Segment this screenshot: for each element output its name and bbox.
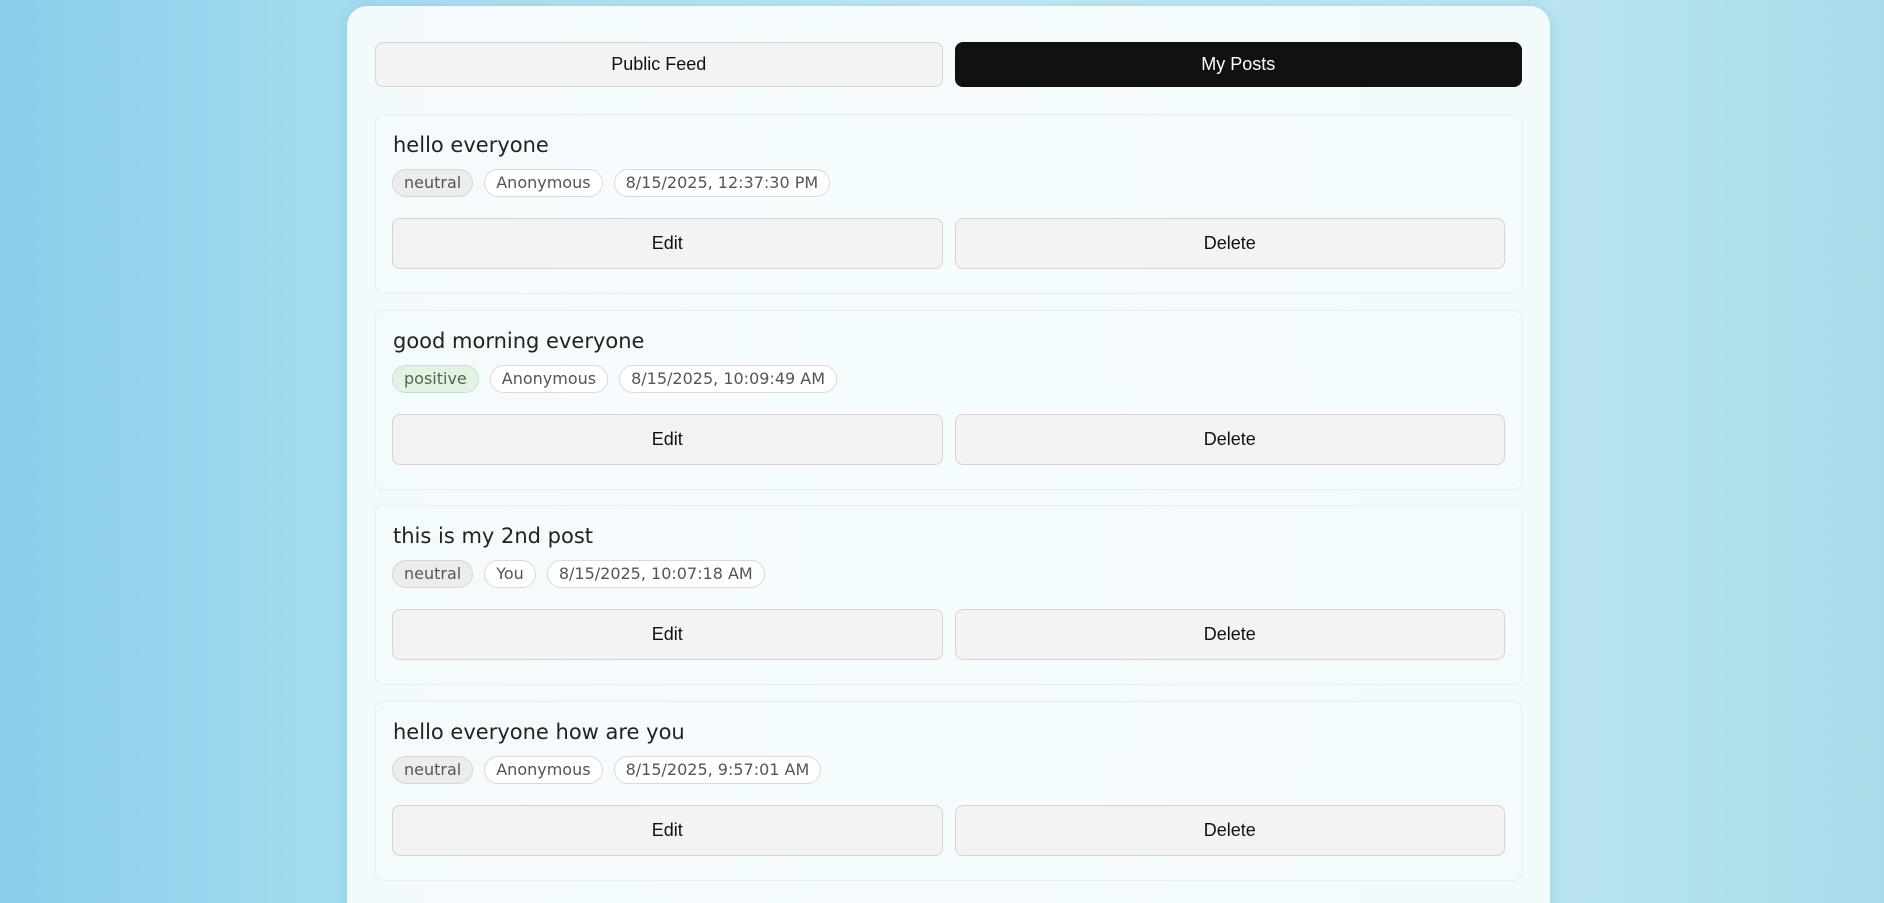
tab-public-feed[interactable]: Public Feed	[375, 42, 943, 87]
post-title: hello everyone	[393, 133, 549, 157]
post-title: hello everyone how are you	[393, 720, 685, 744]
post-actions: Edit Delete	[392, 218, 1505, 269]
edit-button[interactable]: Edit	[392, 805, 943, 856]
feed-tabs: Public Feed My Posts	[375, 42, 1522, 87]
author-badge: Anonymous	[484, 756, 603, 784]
main-panel: Public Feed My Posts hello everyone neut…	[347, 6, 1550, 903]
sentiment-badge: neutral	[392, 169, 474, 197]
sentiment-badge: positive	[392, 365, 479, 393]
sentiment-badge: neutral	[392, 756, 474, 784]
post-title: this is my 2nd post	[393, 524, 594, 548]
post-card: this is my 2nd post neutral You 8/15/202…	[375, 505, 1522, 685]
edit-button[interactable]: Edit	[392, 218, 943, 269]
delete-button[interactable]: Delete	[954, 805, 1505, 856]
edit-button[interactable]: Edit	[392, 609, 943, 660]
post-meta: neutral Anonymous 8/15/2025, 12:37:30 PM	[392, 169, 831, 197]
post-actions: Edit Delete	[392, 609, 1505, 660]
author-badge: Anonymous	[484, 169, 603, 197]
timestamp-badge: 8/15/2025, 9:57:01 AM	[613, 756, 822, 784]
sentiment-badge: neutral	[392, 560, 474, 588]
post-meta: neutral Anonymous 8/15/2025, 9:57:01 AM	[392, 756, 822, 784]
post-actions: Edit Delete	[392, 805, 1505, 856]
post-card: good morning everyone positive Anonymous…	[375, 310, 1522, 490]
delete-button[interactable]: Delete	[954, 414, 1505, 465]
delete-button[interactable]: Delete	[954, 218, 1505, 269]
post-meta: positive Anonymous 8/15/2025, 10:09:49 A…	[392, 365, 838, 393]
timestamp-badge: 8/15/2025, 10:09:49 AM	[619, 365, 838, 393]
author-badge: You	[484, 560, 536, 588]
tab-my-posts[interactable]: My Posts	[954, 42, 1522, 87]
post-card: hello everyone neutral Anonymous 8/15/20…	[375, 114, 1522, 294]
delete-button[interactable]: Delete	[954, 609, 1505, 660]
post-actions: Edit Delete	[392, 414, 1505, 465]
post-card: hello everyone how are you neutral Anony…	[375, 701, 1522, 881]
timestamp-badge: 8/15/2025, 10:07:18 AM	[546, 560, 765, 588]
post-title: good morning everyone	[393, 329, 645, 353]
post-meta: neutral You 8/15/2025, 10:07:18 AM	[392, 560, 765, 588]
author-badge: Anonymous	[489, 365, 609, 393]
edit-button[interactable]: Edit	[392, 414, 943, 465]
timestamp-badge: 8/15/2025, 12:37:30 PM	[613, 169, 831, 197]
